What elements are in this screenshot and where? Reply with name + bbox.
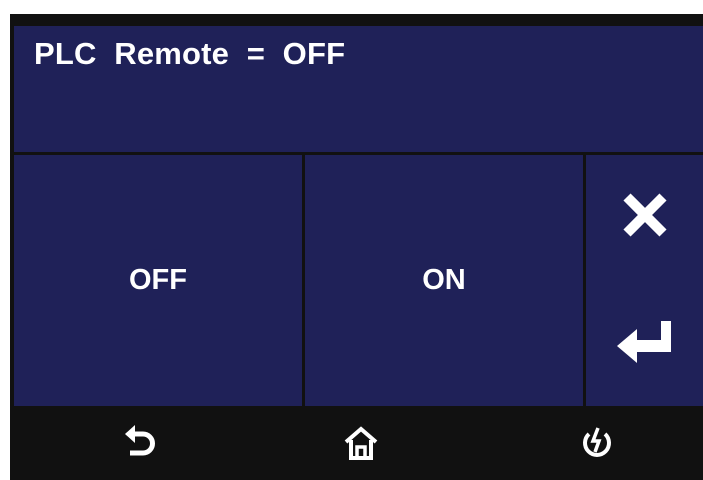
enter-button[interactable] [586, 300, 703, 380]
on-button-label: ON [422, 264, 466, 296]
power-icon [583, 427, 611, 457]
home-icon [344, 426, 378, 460]
power-button[interactable] [572, 418, 622, 468]
on-button[interactable]: ON [305, 155, 583, 406]
off-button[interactable]: OFF [14, 155, 302, 406]
back-arrow-icon [125, 425, 155, 456]
page-title: PLC Remote = OFF [34, 36, 346, 71]
home-button[interactable] [336, 418, 386, 468]
off-button-label: OFF [129, 264, 187, 296]
side-action-panel [586, 155, 703, 406]
close-icon [622, 193, 667, 237]
cancel-button[interactable] [586, 175, 703, 255]
header-panel: PLC Remote = OFF [14, 26, 703, 152]
back-button[interactable] [115, 418, 165, 468]
enter-arrow-icon [616, 321, 671, 363]
